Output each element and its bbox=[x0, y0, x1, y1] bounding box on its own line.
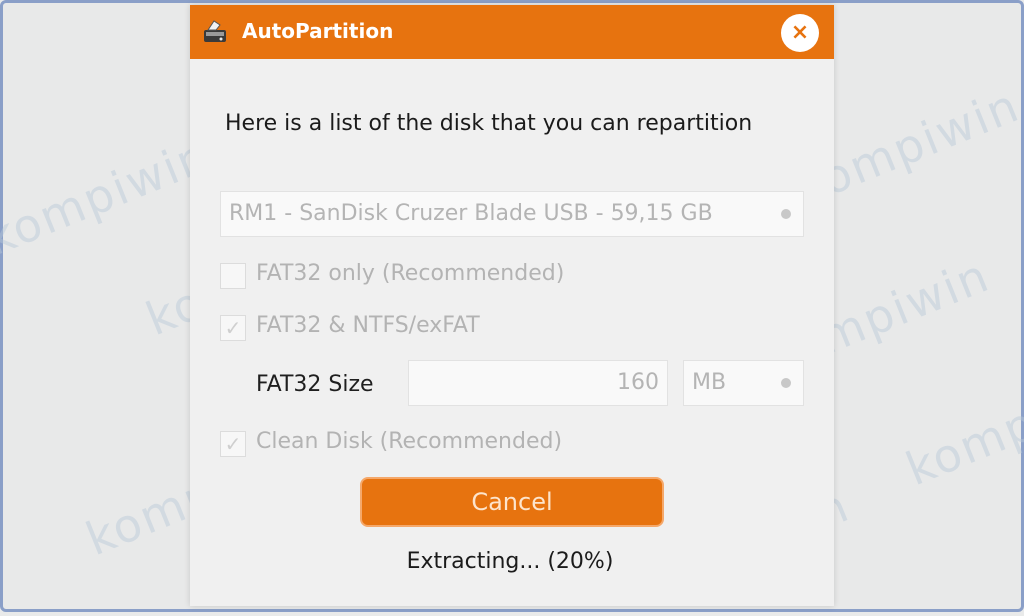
size-unit-dropdown[interactable]: MB bbox=[683, 360, 804, 406]
checkmark-icon: ✓ bbox=[224, 432, 242, 456]
close-button[interactable]: × bbox=[781, 14, 819, 52]
dropdown-arrow-icon bbox=[781, 209, 791, 219]
dropdown-arrow-icon bbox=[781, 378, 791, 388]
cancel-button[interactable]: Cancel bbox=[360, 477, 664, 527]
autopartition-dialog: AutoPartition × Here is a list of the di… bbox=[190, 5, 834, 606]
fat32-size-input[interactable]: 160 bbox=[408, 360, 668, 406]
fat32-size-label: FAT32 Size bbox=[256, 372, 374, 397]
size-unit-value: MB bbox=[692, 370, 727, 395]
disk-icon bbox=[200, 17, 232, 49]
disk-dropdown[interactable]: RM1 - SanDisk Cruzer Blade USB - 59,15 G… bbox=[220, 191, 804, 237]
fat32-ntfs-label: FAT32 & NTFS/exFAT bbox=[256, 313, 480, 338]
clean-disk-checkbox[interactable]: ✓ bbox=[220, 431, 246, 457]
instruction-text: Here is a list of the disk that you can … bbox=[225, 111, 753, 136]
window-title: AutoPartition bbox=[242, 19, 394, 43]
title-bar[interactable]: AutoPartition × bbox=[190, 5, 834, 59]
status-text: Extracting... (20%) bbox=[406, 549, 614, 574]
disk-dropdown-value: RM1 - SanDisk Cruzer Blade USB - 59,15 G… bbox=[229, 201, 713, 226]
fat32-ntfs-checkbox[interactable]: ✓ bbox=[220, 315, 246, 341]
fat32-only-label: FAT32 only (Recommended) bbox=[256, 261, 565, 286]
close-icon: × bbox=[790, 20, 810, 45]
clean-disk-label: Clean Disk (Recommended) bbox=[256, 429, 563, 454]
fat32-only-checkbox[interactable] bbox=[220, 263, 246, 289]
checkmark-icon: ✓ bbox=[224, 316, 242, 340]
